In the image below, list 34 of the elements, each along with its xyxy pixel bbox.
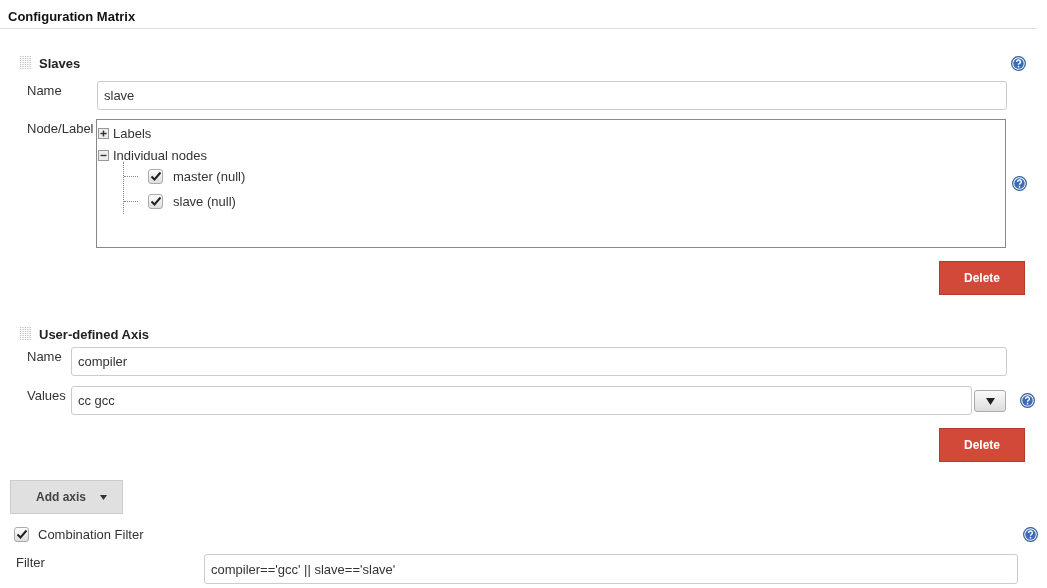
field-label: Filter (15, 554, 46, 570)
help-icon[interactable] (1023, 526, 1038, 542)
collapse-icon[interactable] (98, 149, 109, 161)
add-axis-button[interactable]: Add axis (10, 480, 123, 514)
checkbox[interactable] (148, 194, 163, 209)
help-icon[interactable] (1011, 55, 1026, 71)
field-label: Name (26, 82, 63, 98)
tree-item[interactable]: Individual nodes (113, 147, 207, 163)
filter-field[interactable]: compiler=='gcc' || slave=='slave' (204, 554, 1018, 584)
caret-icon (985, 397, 995, 405)
checkbox-label: Combination Filter (38, 526, 144, 542)
drag-handle-icon[interactable] (20, 327, 32, 341)
help-icon[interactable] (1012, 176, 1027, 191)
name-field[interactable]: slave (97, 81, 1007, 110)
field-label: Name (26, 348, 63, 364)
drag-handle-icon[interactable] (20, 56, 32, 70)
field-label: Values (26, 387, 67, 403)
checkbox[interactable] (148, 169, 163, 184)
section-title: Configuration Matrix (0, 0, 1037, 29)
caret-icon (100, 494, 107, 500)
field-label: Node/Label (26, 120, 95, 136)
help-icon[interactable] (1020, 393, 1035, 408)
tree-item[interactable]: slave (null) (173, 194, 236, 209)
delete-button[interactable]: Delete (939, 428, 1025, 462)
checkbox[interactable] (14, 526, 29, 542)
tree-item[interactable]: master (null) (173, 169, 246, 184)
tree-item[interactable]: Labels (113, 125, 152, 141)
section-heading: Slaves (39, 55, 81, 71)
name-field[interactable]: compiler (71, 347, 1007, 376)
expand-button[interactable] (974, 390, 1006, 412)
delete-button[interactable]: Delete (939, 261, 1025, 295)
expand-icon[interactable] (98, 127, 109, 139)
values-field[interactable]: cc gcc (71, 386, 972, 415)
section-heading: User-defined Axis (39, 326, 150, 342)
